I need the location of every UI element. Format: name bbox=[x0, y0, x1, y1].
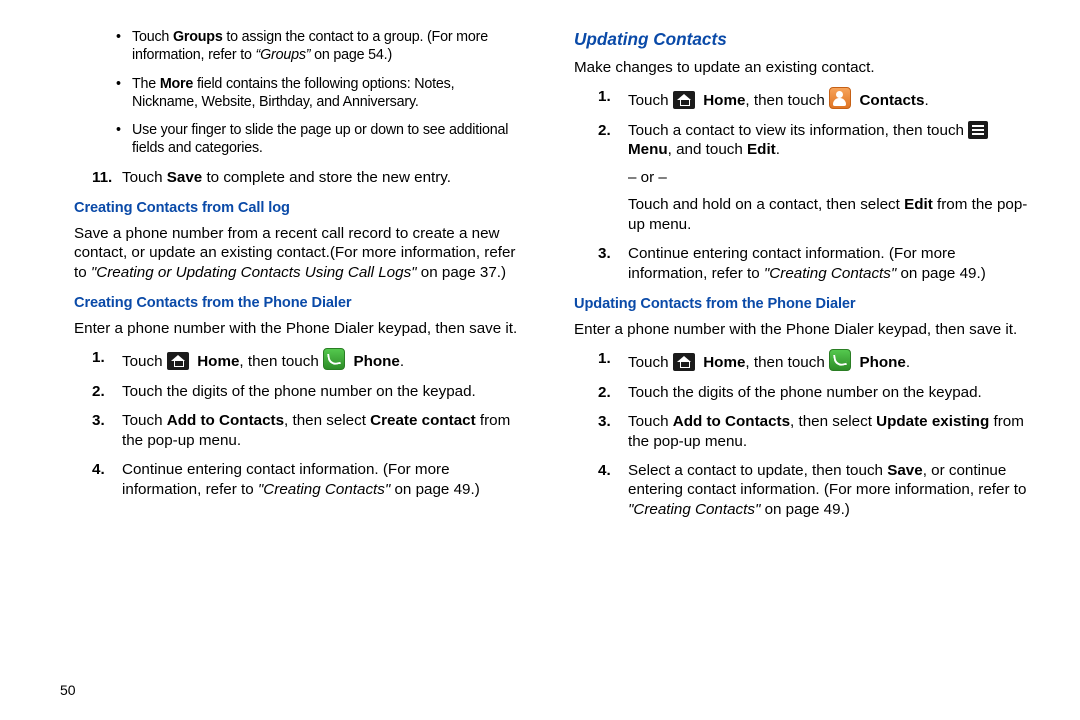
ref-italic: "Creating Contacts" bbox=[764, 265, 896, 282]
dialer-step-4: 4. Continue entering contact information… bbox=[92, 460, 520, 499]
step-11: 11. Touch Save to complete and store the… bbox=[92, 168, 520, 187]
home-bold: Home bbox=[197, 353, 239, 370]
upd-step-2: 2. Touch a contact to view its informati… bbox=[598, 121, 1038, 234]
contacts-icon bbox=[829, 87, 851, 109]
ref-italic: "Creating or Updating Contacts Using Cal… bbox=[91, 264, 417, 281]
right-column: Updating Contacts Make changes to update… bbox=[540, 28, 1044, 710]
text: Touch bbox=[122, 169, 167, 186]
step-11-list: 11. Touch Save to complete and store the… bbox=[56, 168, 520, 187]
manual-page: Touch Groups to assign the contact to a … bbox=[0, 0, 1080, 720]
t: Touch bbox=[628, 413, 673, 430]
updating-steps: 1. Touch Home, then touch Contacts. 2. T… bbox=[562, 87, 1038, 283]
upd-step-3: 3. Continue entering contact information… bbox=[598, 244, 1038, 283]
updating-dialer-steps: 1. Touch Home, then touch Phone. 2. Touc… bbox=[562, 349, 1038, 519]
menu-icon bbox=[968, 121, 988, 139]
t: Select a contact to update, then touch bbox=[628, 462, 887, 479]
bullet-slide: Use your finger to slide the page up or … bbox=[116, 121, 520, 158]
t: Touch bbox=[122, 353, 167, 370]
heading-creating-dialer: Creating Contacts from the Phone Dialer bbox=[74, 294, 520, 313]
bullet-groups: Touch Groups to assign the contact to a … bbox=[116, 28, 520, 65]
t: , then select bbox=[284, 412, 370, 429]
phone-icon bbox=[323, 348, 345, 370]
add-bold: Add to Contacts bbox=[167, 412, 284, 429]
t: Touch a contact to view its information,… bbox=[628, 122, 968, 139]
upd-step-1: 1. Touch Home, then touch Contacts. bbox=[598, 87, 1038, 110]
edit-bold: Edit bbox=[747, 141, 776, 158]
heading-updating-dialer: Updating Contacts from the Phone Dialer bbox=[574, 295, 1038, 314]
create-bold: Create contact bbox=[370, 412, 476, 429]
update-bold: Update existing bbox=[876, 413, 989, 430]
t: Touch and hold on a contact, then select bbox=[628, 196, 904, 213]
t: , and touch bbox=[668, 141, 747, 158]
ref-italic: "Creating Contacts" bbox=[628, 501, 760, 518]
home-icon bbox=[673, 353, 695, 371]
home-icon bbox=[673, 91, 695, 109]
add-bold: Add to Contacts bbox=[673, 413, 790, 430]
home-bold: Home bbox=[703, 92, 745, 109]
bullet-list-continuation: Touch Groups to assign the contact to a … bbox=[56, 28, 520, 158]
or-sep: – or – bbox=[628, 168, 1038, 187]
dialer-step-1: 1. Touch Home, then touch Phone. bbox=[92, 348, 520, 371]
home-bold: Home bbox=[703, 354, 745, 371]
contacts-bold: Contacts bbox=[859, 92, 924, 109]
upd2-step-4: 4. Select a contact to update, then touc… bbox=[598, 461, 1038, 519]
edit-bold: Edit bbox=[904, 196, 933, 213]
dialer-step-3: 3. Touch Add to Contacts, then select Cr… bbox=[92, 411, 520, 450]
page-number: 50 bbox=[60, 682, 76, 700]
save-bold: Save bbox=[887, 462, 922, 479]
updating-intro: Make changes to update an existing conta… bbox=[574, 58, 1038, 77]
t: Touch bbox=[122, 412, 167, 429]
save-bold: Save bbox=[167, 169, 202, 186]
upd2-step-3: 3. Touch Add to Contacts, then select Up… bbox=[598, 412, 1038, 451]
t: on page 49.) bbox=[896, 265, 986, 282]
phone-bold: Phone bbox=[353, 353, 399, 370]
call-log-paragraph: Save a phone number from a recent call r… bbox=[74, 224, 520, 282]
t: Touch bbox=[628, 354, 673, 371]
menu-bold: Menu bbox=[628, 141, 668, 158]
t: , then touch bbox=[239, 353, 323, 370]
text: to complete and store the new entry. bbox=[202, 169, 451, 186]
upd2-step-2: 2. Touch the digits of the phone number … bbox=[598, 383, 1038, 402]
step2-alt: Touch and hold on a contact, then select… bbox=[628, 195, 1038, 234]
t: , then select bbox=[790, 413, 876, 430]
t: on page 49.) bbox=[760, 501, 850, 518]
t: , then touch bbox=[745, 92, 829, 109]
t: , then touch bbox=[745, 354, 829, 371]
t: on page 49.) bbox=[390, 481, 480, 498]
t: Touch the digits of the phone number on … bbox=[122, 383, 476, 400]
heading-creating-call-log: Creating Contacts from Call log bbox=[74, 199, 520, 218]
ref-italic: "Creating Contacts" bbox=[258, 481, 390, 498]
upd2-step-1: 1. Touch Home, then touch Phone. bbox=[598, 349, 1038, 372]
left-column: Touch Groups to assign the contact to a … bbox=[36, 28, 540, 710]
bullet-more: The More field contains the following op… bbox=[116, 75, 520, 112]
dialer-steps: 1. Touch Home, then touch Phone. 2. Touc… bbox=[56, 348, 520, 499]
dialer-intro: Enter a phone number with the Phone Dial… bbox=[74, 319, 520, 338]
home-icon bbox=[167, 352, 189, 370]
heading-updating-contacts: Updating Contacts bbox=[574, 28, 1038, 50]
t: Touch bbox=[628, 92, 673, 109]
t: Touch the digits of the phone number on … bbox=[628, 384, 982, 401]
updating-dialer-intro: Enter a phone number with the Phone Dial… bbox=[574, 320, 1038, 339]
phone-bold: Phone bbox=[859, 354, 905, 371]
dialer-step-2: 2. Touch the digits of the phone number … bbox=[92, 382, 520, 401]
phone-icon bbox=[829, 349, 851, 371]
